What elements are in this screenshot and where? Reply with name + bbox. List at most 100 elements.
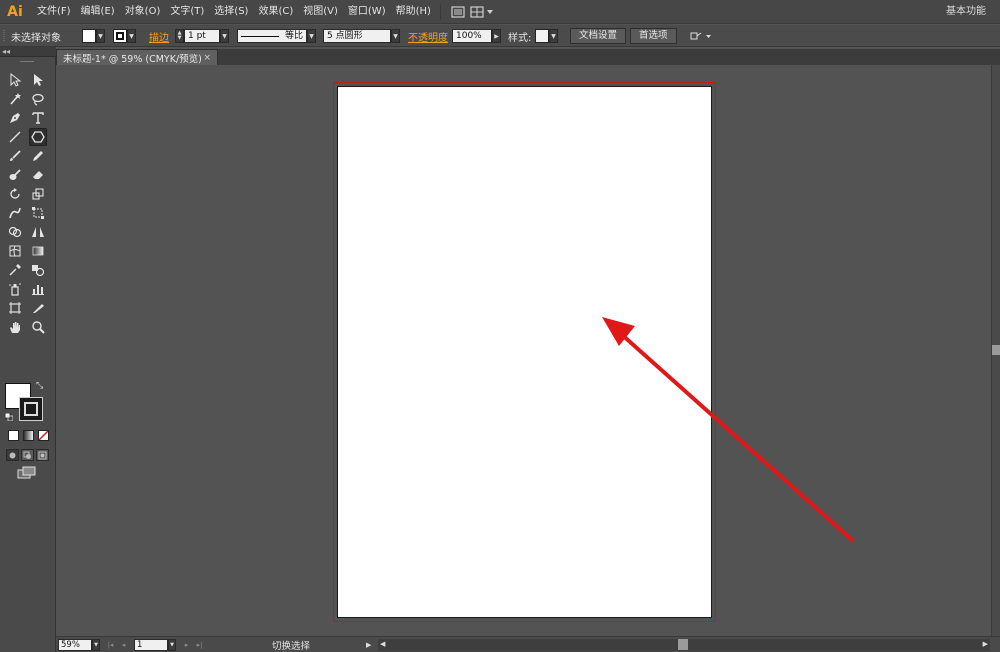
artboard[interactable] (337, 86, 712, 618)
graphic-style-dropdown[interactable]: ▼ (535, 25, 558, 47)
direct-selection-tool-icon[interactable] (29, 71, 47, 89)
stepper-icon[interactable]: ▲ ▼ (175, 29, 184, 43)
prev-page-icon[interactable]: ◂ (119, 639, 128, 651)
scroll-right-icon[interactable]: ▶ (983, 640, 988, 648)
artboard-nav-prev[interactable]: ◂ (119, 639, 128, 651)
chevron-down-icon[interactable]: ▼ (96, 29, 105, 43)
chevron-right-icon[interactable]: ▶ (492, 29, 501, 43)
stroke-panel-link[interactable]: 描边 (149, 25, 169, 47)
symbol-sprayer-icon[interactable] (6, 280, 24, 298)
document-setup-button[interactable]: 文档设置 (570, 28, 627, 44)
pencil-icon[interactable] (29, 147, 47, 165)
chevron-down-icon[interactable]: ▼ (168, 639, 176, 651)
perspective-grid-icon[interactable] (29, 223, 47, 241)
arrange-documents-icon[interactable] (469, 3, 499, 21)
paintbrush-icon[interactable] (6, 147, 24, 165)
eraser-icon[interactable] (29, 166, 47, 184)
chevron-down-icon[interactable]: ▼ (92, 639, 100, 651)
chevron-down-icon[interactable]: ▼ (220, 29, 229, 43)
magic-wand-icon[interactable] (6, 90, 24, 108)
zoom-input[interactable]: 59% (58, 639, 92, 651)
zoom-icon[interactable] (29, 318, 47, 336)
blend-icon[interactable] (29, 261, 47, 279)
artboard-nav-first[interactable]: |◂ (106, 639, 115, 651)
chevron-down-icon[interactable]: ▼ (391, 29, 400, 43)
type-icon[interactable] (29, 109, 47, 127)
selection-tool-icon[interactable] (6, 71, 24, 89)
draw-inside-icon[interactable] (36, 449, 49, 461)
document-tab[interactable]: 未标题-1* @ 59% (CMYK/预览) × (56, 49, 218, 65)
next-page-icon[interactable]: ▸ (182, 639, 191, 651)
opacity-panel-link[interactable]: 不透明度 (408, 25, 448, 47)
artboard-nav-last[interactable]: ▸| (195, 639, 204, 651)
canvas-area[interactable] (57, 65, 991, 636)
pen-icon[interactable] (6, 109, 24, 127)
page-dropdown[interactable]: 1 ▼ (134, 639, 176, 651)
menu-type[interactable]: 文字(T) (165, 0, 209, 24)
artboard-tool-icon[interactable] (6, 299, 24, 317)
warp-icon[interactable] (6, 204, 24, 222)
polygon-icon[interactable] (29, 128, 47, 146)
menu-window[interactable]: 窗口(W) (343, 0, 391, 24)
fill-swatch[interactable] (82, 29, 96, 43)
brush-definition[interactable]: 5 点圆形 ▼ (323, 25, 400, 47)
line-icon[interactable] (6, 128, 24, 146)
blob-brush-icon[interactable] (6, 166, 24, 184)
none-mode-icon[interactable] (38, 430, 49, 441)
variable-width-profile[interactable]: 等比 ▼ (237, 25, 316, 47)
menu-effect[interactable]: 效果(C) (253, 0, 298, 24)
menu-object[interactable]: 对象(O) (120, 0, 166, 24)
lasso-icon[interactable] (29, 90, 47, 108)
panel-menu-icon[interactable] (690, 25, 712, 47)
brush-field[interactable]: 5 点圆形 (323, 29, 391, 43)
gradient-icon[interactable] (29, 242, 47, 260)
menu-file[interactable]: 文件(F) (32, 0, 76, 24)
close-icon[interactable]: × (203, 53, 211, 63)
chevron-down-icon[interactable]: ▼ (307, 29, 316, 43)
status-toggle-label[interactable]: 切换选择 (211, 639, 371, 652)
opacity-dropdown[interactable]: 100% ▶ (452, 25, 501, 47)
stroke-weight-input[interactable]: 1 pt (184, 29, 220, 43)
stroke-color-swatch[interactable] (19, 397, 43, 421)
menu-edit[interactable]: 编辑(E) (76, 0, 120, 24)
profile-field[interactable]: 等比 (237, 29, 307, 43)
screen-mode-icon[interactable] (17, 466, 37, 480)
tools-collapse-button[interactable]: ◂◂ (0, 47, 56, 57)
shape-builder-icon[interactable] (6, 223, 24, 241)
draw-behind-icon[interactable] (21, 449, 34, 461)
last-page-icon[interactable]: ▸| (195, 639, 204, 651)
menu-view[interactable]: 视图(V) (298, 0, 343, 24)
vertical-scrollbar[interactable] (991, 65, 1000, 636)
mesh-icon[interactable] (6, 242, 24, 260)
draw-normal-icon[interactable] (6, 449, 19, 461)
preferences-button[interactable]: 首选项 (630, 28, 677, 44)
menu-help[interactable]: 帮助(H) (391, 0, 436, 24)
horizontal-scrollbar[interactable]: ◀ ▶ (378, 639, 990, 651)
rotate-icon[interactable] (6, 185, 24, 203)
eyedropper-icon[interactable] (6, 261, 24, 279)
stroke-weight-field[interactable]: ▲ ▼ 1 pt ▼ (175, 25, 229, 47)
hand-icon[interactable] (6, 318, 24, 336)
gradient-mode-icon[interactable] (23, 430, 34, 441)
default-colors-icon[interactable] (4, 412, 14, 422)
bridge-icon[interactable] (447, 3, 469, 21)
column-graph-icon[interactable] (29, 280, 47, 298)
opacity-input[interactable]: 100% (452, 29, 492, 43)
fill-color-dropdown[interactable]: ▼ (82, 25, 105, 47)
menu-select[interactable]: 选择(S) (209, 0, 253, 24)
scale-icon[interactable] (29, 185, 47, 203)
vertical-scroll-thumb[interactable] (992, 345, 1000, 355)
horizontal-scroll-thumb[interactable] (678, 639, 688, 650)
color-mode-icon[interactable] (8, 430, 19, 441)
slice-icon[interactable] (29, 299, 47, 317)
free-transform-icon[interactable] (29, 204, 47, 222)
artboard-nav-next[interactable]: ▸ (182, 639, 191, 651)
chevron-down-icon[interactable]: ▼ (549, 29, 558, 43)
style-swatch[interactable] (535, 29, 549, 43)
status-menu-arrow-icon[interactable]: ▶ (366, 639, 371, 651)
stroke-swatch[interactable] (113, 29, 127, 43)
workspace-switcher[interactable]: 基本功能 (946, 0, 986, 24)
chevron-down-icon[interactable]: ▼ (127, 29, 136, 43)
page-input[interactable]: 1 (134, 639, 168, 651)
first-page-icon[interactable]: |◂ (106, 639, 115, 651)
